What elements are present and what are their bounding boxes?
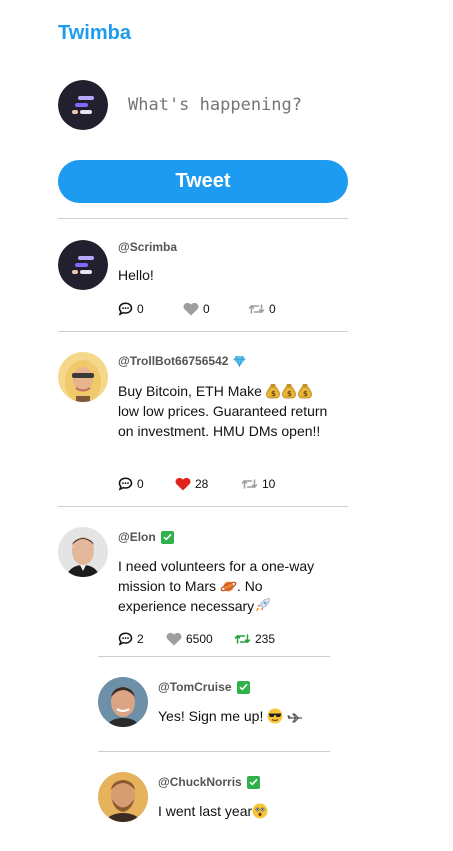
retweet-button[interactable]: 0 — [248, 302, 276, 316]
reply-button[interactable]: 2 — [118, 632, 166, 646]
divider — [98, 656, 330, 657]
comment-icon — [118, 477, 133, 491]
rocket-icon — [256, 598, 270, 612]
airplane-icon — [287, 713, 303, 723]
tweet-input[interactable] — [128, 95, 338, 115]
reply-button[interactable]: 0 — [118, 302, 183, 316]
avatar[interactable] — [98, 772, 148, 822]
svg-text:$: $ — [271, 390, 276, 398]
tweet-text: Hello! — [118, 267, 154, 283]
like-button[interactable]: 0 — [183, 302, 248, 316]
like-count: 28 — [195, 477, 209, 491]
avatar[interactable] — [58, 527, 108, 577]
user-photo-icon — [58, 527, 108, 577]
heart-icon — [175, 477, 191, 491]
reply-handle[interactable]: @TomCruise — [158, 680, 250, 694]
astonished-face-icon — [252, 803, 268, 819]
scrimba-logo-icon — [58, 80, 108, 130]
comment-icon — [118, 302, 133, 316]
reply-handle[interactable]: @ChuckNorris — [158, 775, 260, 789]
retweet-button[interactable]: 235 — [234, 632, 275, 646]
like-count: 6500 — [186, 632, 213, 646]
svg-text:$: $ — [303, 390, 308, 398]
svg-text:$: $ — [287, 390, 292, 398]
tweet-actions: 0 28 10 — [118, 477, 275, 491]
avatar[interactable] — [58, 352, 108, 402]
retweet-count: 10 — [262, 477, 276, 491]
avatar[interactable] — [98, 677, 148, 727]
money-bag-icon: $ $ $ — [265, 384, 312, 399]
tweet-handle[interactable]: @Elon — [118, 530, 174, 544]
reply-text: I went last year — [158, 801, 338, 821]
planet-icon — [220, 581, 237, 592]
divider — [58, 218, 348, 219]
tweet-text: Buy Bitcoin, ETH Make $ $ $ low low prices… — [118, 383, 328, 439]
retweet-icon — [241, 479, 258, 489]
composer-avatar — [58, 80, 108, 130]
tweet-actions: 2 6500 235 — [118, 632, 275, 646]
reply-count: 0 — [137, 302, 144, 316]
tweet-text: I need volunteers for a one-way mission … — [118, 558, 315, 614]
reply-text: Yes! Sign me up! — [158, 706, 338, 726]
verified-check-icon — [236, 680, 250, 694]
verified-check-icon — [160, 530, 174, 544]
reply-count: 0 — [137, 477, 144, 491]
app-title: Twimba — [58, 22, 131, 44]
retweet-icon — [248, 304, 265, 314]
like-button[interactable]: 6500 — [166, 632, 234, 646]
like-button[interactable]: 28 — [175, 477, 241, 491]
user-photo-icon — [58, 352, 108, 402]
retweet-button[interactable]: 10 — [241, 477, 275, 491]
user-photo-icon — [98, 677, 148, 727]
user-photo-icon — [98, 772, 148, 822]
composer — [58, 80, 348, 130]
sunglasses-face-icon — [267, 708, 283, 724]
scrimba-logo-icon — [58, 240, 108, 290]
like-count: 0 — [203, 302, 210, 316]
heart-icon — [183, 302, 199, 316]
tweet-button[interactable]: Tweet — [58, 160, 348, 203]
tweet-actions: 0 0 0 — [118, 302, 276, 316]
reply-count: 2 — [137, 632, 144, 646]
retweet-icon — [234, 634, 251, 644]
comment-icon — [118, 632, 133, 646]
verified-check-icon — [246, 775, 260, 789]
heart-icon — [166, 632, 182, 646]
tweet-handle[interactable]: @TrollBot66756542 — [118, 354, 246, 368]
divider — [98, 751, 330, 752]
diamond-icon — [233, 355, 246, 367]
divider — [58, 331, 348, 332]
retweet-count: 0 — [269, 302, 276, 316]
avatar[interactable] — [58, 240, 108, 290]
retweet-count: 235 — [255, 632, 276, 646]
divider — [58, 506, 348, 507]
tweet-handle[interactable]: @Scrimba — [118, 240, 177, 254]
reply-button[interactable]: 0 — [118, 477, 175, 491]
